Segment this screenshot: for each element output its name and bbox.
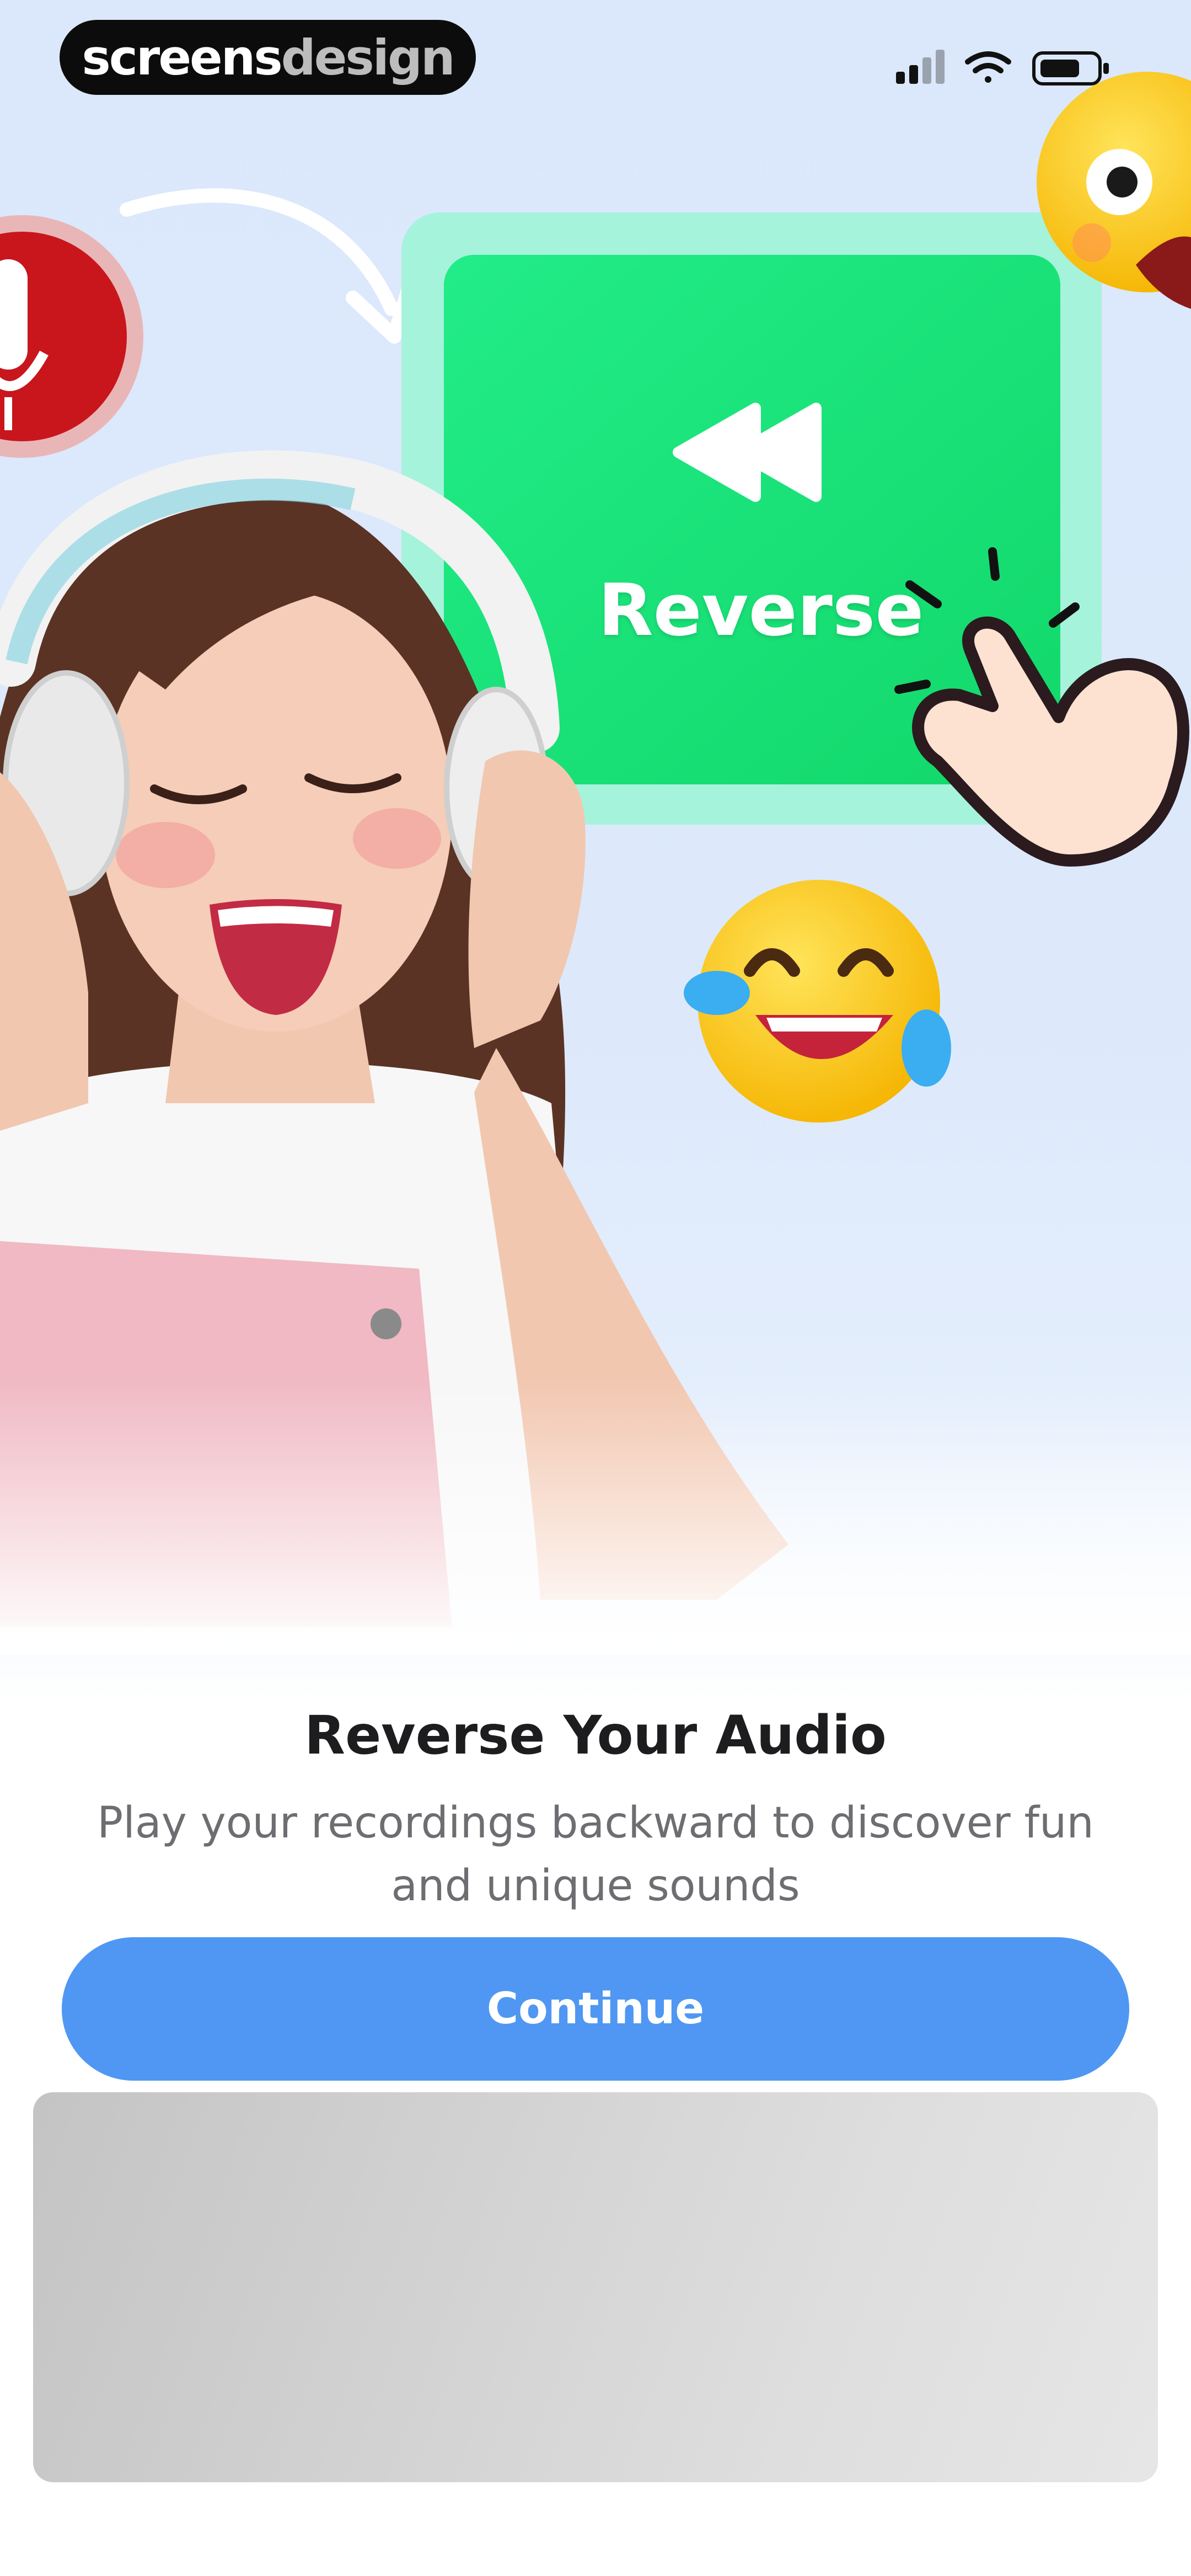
status-bar [896, 50, 1109, 85]
curved-arrow-icon [120, 188, 418, 344]
cellular-signal-icon [896, 50, 945, 84]
tears-of-joy-emoji [684, 880, 951, 1123]
watermark-part-1: screens [82, 29, 282, 86]
ad-placeholder [33, 2092, 1158, 2482]
continue-button[interactable]: Continue [62, 1937, 1129, 2081]
page-subtitle: Play your recordings backward to discove… [97, 1798, 1094, 1911]
battery-icon [1032, 51, 1109, 85]
reverse-card-label: Reverse [598, 568, 924, 652]
watermark-part-2: design [281, 29, 455, 86]
hero-illustration [0, 72, 1191, 1655]
page-title: Reverse Your Audio [304, 1704, 887, 1766]
microphone-icon [0, 215, 143, 458]
screensdesign-watermark: screens design [60, 20, 476, 95]
wifi-icon [965, 51, 1011, 83]
